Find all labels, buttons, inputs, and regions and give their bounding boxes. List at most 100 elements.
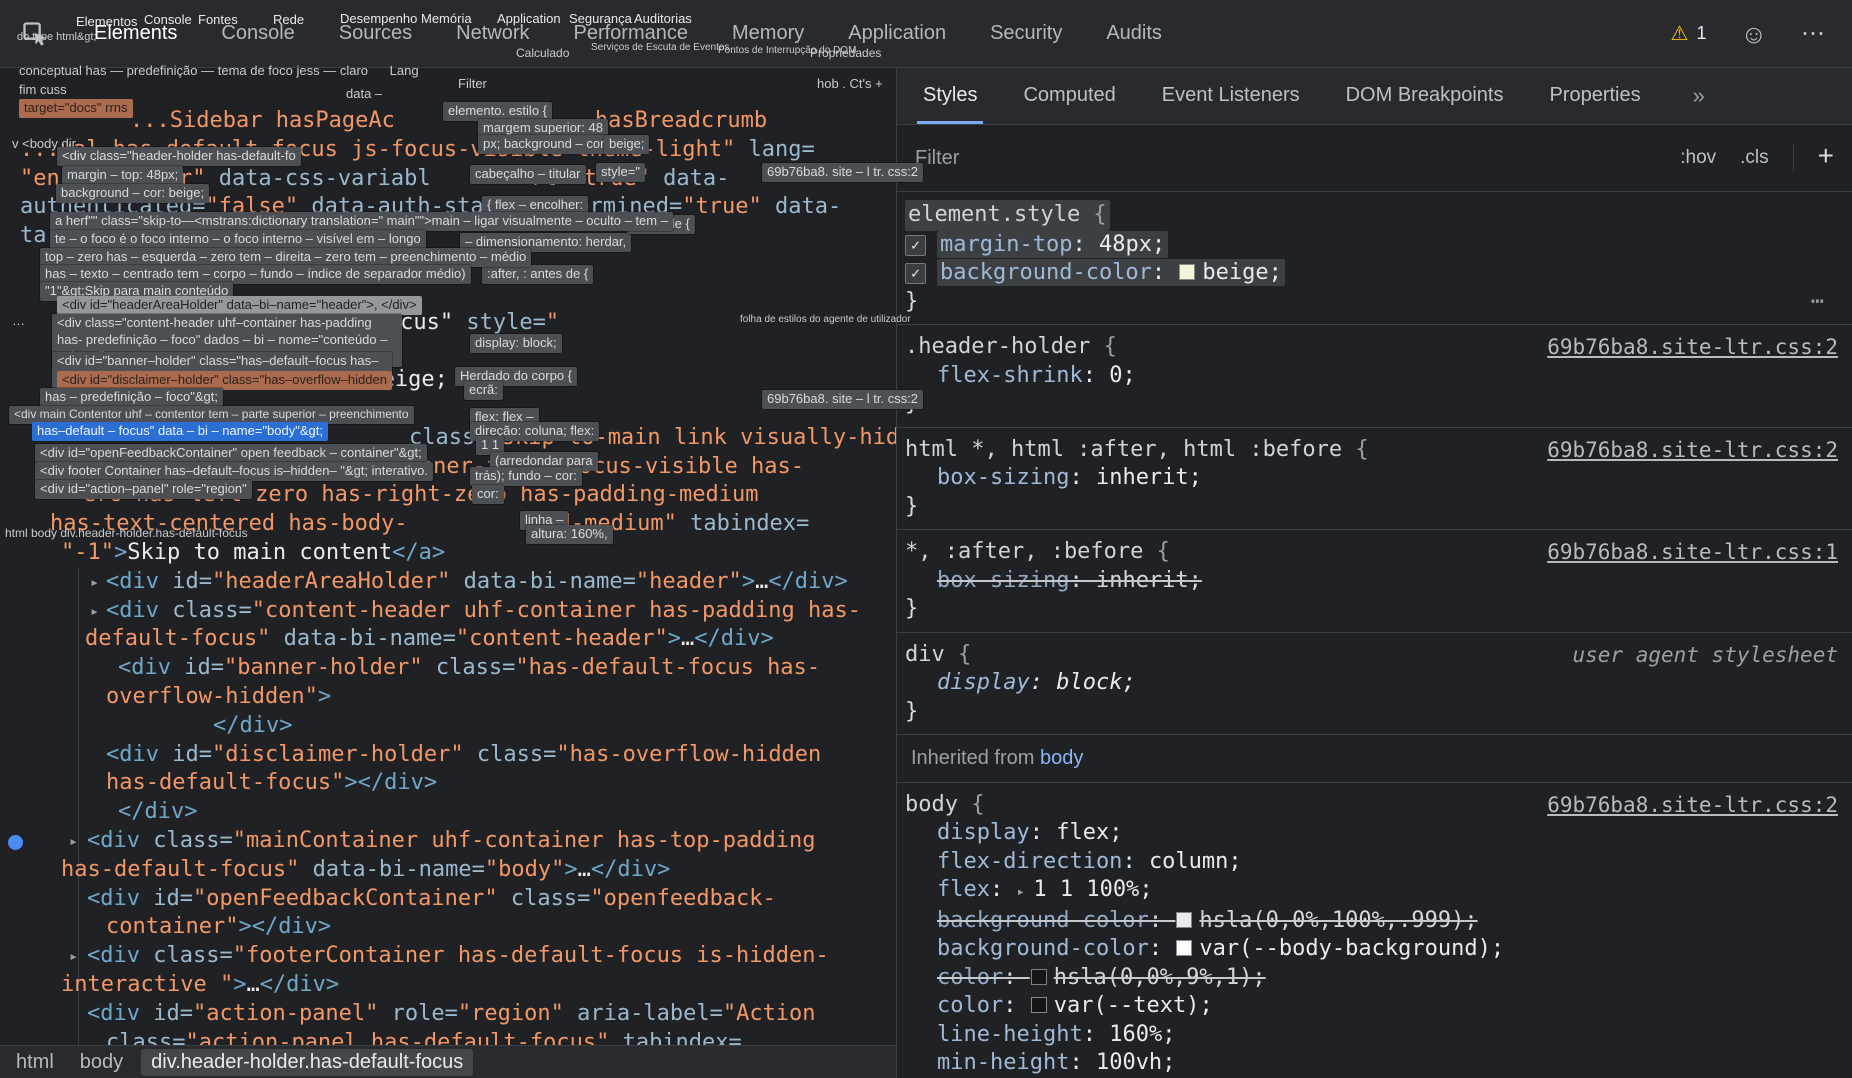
css-declaration[interactable]: ✓background-color: beige;: [897, 259, 1852, 288]
dom-tree-line[interactable]: ...Sidebar hasPageAchasBreadcrumb: [0, 107, 896, 136]
dom-tree-line[interactable]: <div id="disclaimer-holder" class="has-o…: [0, 741, 896, 770]
inspect-element-icon[interactable]: [20, 19, 50, 49]
color-swatch[interactable]: [1179, 264, 1195, 280]
dom-tree-line[interactable]: holder has-default-focus" style=": [0, 309, 896, 338]
css-declaration[interactable]: background-color: var(--body-background)…: [897, 935, 1852, 964]
dom-tree-line[interactable]: authenticated="false" data-auth-status-d…: [0, 193, 896, 222]
color-swatch[interactable]: [1031, 997, 1047, 1013]
dom-tree-line[interactable]: interactive ">…</div>: [0, 971, 896, 1000]
css-declaration[interactable]: color: var(--text);: [897, 992, 1852, 1021]
breadcrumb-item[interactable]: html: [16, 1051, 54, 1074]
devtools-tab-elements[interactable]: Elements: [94, 22, 177, 45]
dom-tree-line[interactable]: </div>: [0, 798, 896, 827]
dom-tree-line[interactable]: class="skip-to-main link visually-hidden…: [0, 424, 896, 453]
breakpoint-dot[interactable]: [8, 835, 23, 850]
css-declaration[interactable]: display: flex;: [897, 819, 1852, 848]
rule-selector[interactable]: *, :after, :before: [905, 539, 1143, 564]
dom-tree-line[interactable]: "-1">Skip to main content</a>: [0, 539, 896, 568]
expand-arrow-icon[interactable]: ▸: [69, 827, 78, 856]
color-swatch[interactable]: [1176, 940, 1192, 956]
console-warning-badge[interactable]: ⚠ 1: [1671, 21, 1707, 46]
rule-selector[interactable]: html *, html :after, html :before: [905, 437, 1342, 462]
declaration-checkbox[interactable]: ✓: [905, 263, 926, 284]
color-swatch[interactable]: [1031, 969, 1047, 985]
expand-arrow-icon[interactable]: ▸: [69, 942, 78, 971]
sidebar-tab-styles[interactable]: Styles: [923, 67, 977, 124]
css-declaration[interactable]: flex: ▸ 1 1 100%;: [897, 876, 1852, 907]
rule-selector[interactable]: .header-holder: [905, 334, 1090, 359]
devtools-tab-network[interactable]: Network: [456, 22, 529, 45]
overflow-tabs-icon[interactable]: »: [1693, 83, 1705, 109]
dom-tree-line[interactable]: ▸<div class="footerContainer has-default…: [0, 942, 896, 971]
sidebar-tab-properties[interactable]: Properties: [1549, 67, 1640, 124]
dom-tree-line[interactable]: <div id="banner-holder" class="has-defau…: [0, 654, 896, 683]
stylesheet-link[interactable]: 69b76ba8.site-ltr.css:1: [1547, 538, 1838, 567]
dom-tree-line[interactable]: overflow-hidden">: [0, 683, 896, 712]
dom-tree-line[interactable]: ero has-left-zero has-right-zero has-pad…: [0, 481, 896, 510]
color-swatch[interactable]: [1176, 912, 1192, 928]
sidebar-tab-event-listeners[interactable]: Event Listeners: [1162, 67, 1300, 124]
css-declaration[interactable]: box-sizing: inherit;: [897, 567, 1852, 596]
dom-tree-line[interactable]: "en" dir="ltr" data-css-variablrt="true"…: [0, 165, 896, 194]
feedback-smiley-icon[interactable]: ☺: [1740, 21, 1767, 47]
stylesheet-link[interactable]: 69b76ba8.site-ltr.css:2: [1547, 436, 1838, 465]
inherited-element-link[interactable]: body: [1040, 747, 1083, 769]
dom-tree-line[interactable]: ▸<div class="content-header uhf-containe…: [0, 597, 896, 626]
devtools-tab-audits[interactable]: Audits: [1106, 22, 1162, 45]
toggle-cls[interactable]: .cls: [1740, 147, 1769, 169]
stylesheet-link[interactable]: 69b76ba8.site-ltr.css:2: [1547, 791, 1838, 820]
dom-tree-line[interactable]: ...ual has-default-focus js-focus-visibl…: [0, 136, 896, 165]
stylesheet-link[interactable]: 69b76ba8.site-ltr.css:2: [1547, 333, 1838, 362]
expand-arrow-icon[interactable]: ▸: [90, 568, 99, 597]
css-declaration[interactable]: ✓margin-top: 48px;: [897, 231, 1852, 260]
declaration-checkbox[interactable]: ✓: [905, 235, 926, 256]
rule-selector[interactable]: div: [905, 642, 945, 667]
devtools-tab-application[interactable]: Application: [848, 22, 946, 45]
dom-tree-line[interactable]: default-focus" data-bi-name="content-hea…: [0, 625, 896, 654]
expand-arrow-icon[interactable]: ▸: [90, 597, 99, 626]
devtools-tab-console[interactable]: Console: [221, 22, 294, 45]
toggle-hov[interactable]: :hov: [1680, 147, 1716, 169]
more-options-icon[interactable]: ⋯: [1811, 288, 1826, 317]
dom-tree-line[interactable]: ▸<div id="headerAreaHolder" data-bi-name…: [0, 568, 896, 597]
dom-tree-line[interactable]: has-default-focus"></div>: [0, 769, 896, 798]
dom-tree-line[interactable]: background-color: beige;: [0, 366, 896, 395]
dom-text-segment: <div: [106, 742, 159, 767]
css-declaration[interactable]: box-sizing: inherit;: [897, 464, 1852, 493]
breadcrumb-item[interactable]: body: [80, 1051, 123, 1074]
devtools-tab-performance[interactable]: Performance: [574, 22, 689, 45]
dom-tree-line[interactable]: has-default-focus" data-bi-name="body">……: [0, 856, 896, 885]
more-menu-icon[interactable]: ⋯: [1801, 19, 1826, 48]
dom-tree-line[interactable]: <div id="action-panel" role="region" ari…: [0, 1000, 896, 1029]
sidebar-tab-dom-breakpoints[interactable]: DOM Breakpoints: [1346, 67, 1504, 124]
expand-value-arrow-icon[interactable]: ▸: [1016, 884, 1033, 900]
dom-tree-line[interactable]: tar: [0, 222, 896, 251]
dom-text-segment: == $0: [83, 396, 149, 421]
css-declaration[interactable]: flex-direction: column;: [897, 848, 1852, 877]
dom-tree-line[interactable]: </div>: [0, 712, 896, 741]
css-declaration[interactable]: flex-shrink: 0;: [897, 362, 1852, 391]
rule-selector-wrap: body {: [905, 791, 984, 820]
css-declaration[interactable]: background-color: hsla(0,0%,100%,.999);: [897, 907, 1852, 936]
new-style-rule-button[interactable]: +: [1818, 140, 1834, 172]
dom-tree-line[interactable]: ">== $0: [0, 395, 896, 424]
css-declaration[interactable]: color: hsla(0,0%,9%,1);: [897, 964, 1852, 993]
dom-tree-line[interactable]: ...top: 48px;: [0, 337, 896, 366]
css-declaration[interactable]: line-height: 160%;: [897, 1021, 1852, 1050]
rule-selector[interactable]: element.style: [908, 202, 1080, 227]
devtools-tab-sources[interactable]: Sources: [339, 22, 412, 45]
css-declaration[interactable]: min-height: 100vh;: [897, 1049, 1852, 1078]
dom-tree-line[interactable]: container"></div>: [0, 913, 896, 942]
dom-tree-line[interactable]: class="action-panel has-default-focus" t…: [0, 1029, 896, 1046]
sidebar-tab-computed[interactable]: Computed: [1023, 67, 1115, 124]
devtools-tab-memory[interactable]: Memory: [732, 22, 804, 45]
dom-tree-line[interactable]: ▸<div class="mainContainer uhf-container…: [0, 827, 896, 856]
styles-filter-input[interactable]: Filter: [915, 147, 1680, 170]
breadcrumb-item[interactable]: div.header-holder.has-default-focus: [141, 1049, 473, 1076]
dom-tree-line[interactable]: l-focused is-fixed has-inner-focus focus…: [0, 453, 896, 482]
css-declaration[interactable]: display: block;: [897, 669, 1852, 698]
dom-tree-line[interactable]: has-text-centered has-body-d-medium" tab…: [0, 510, 896, 539]
rule-selector[interactable]: body: [905, 792, 958, 817]
devtools-tab-security[interactable]: Security: [990, 22, 1062, 45]
dom-tree-line[interactable]: <div id="openFeedbackContainer" class="o…: [0, 885, 896, 914]
